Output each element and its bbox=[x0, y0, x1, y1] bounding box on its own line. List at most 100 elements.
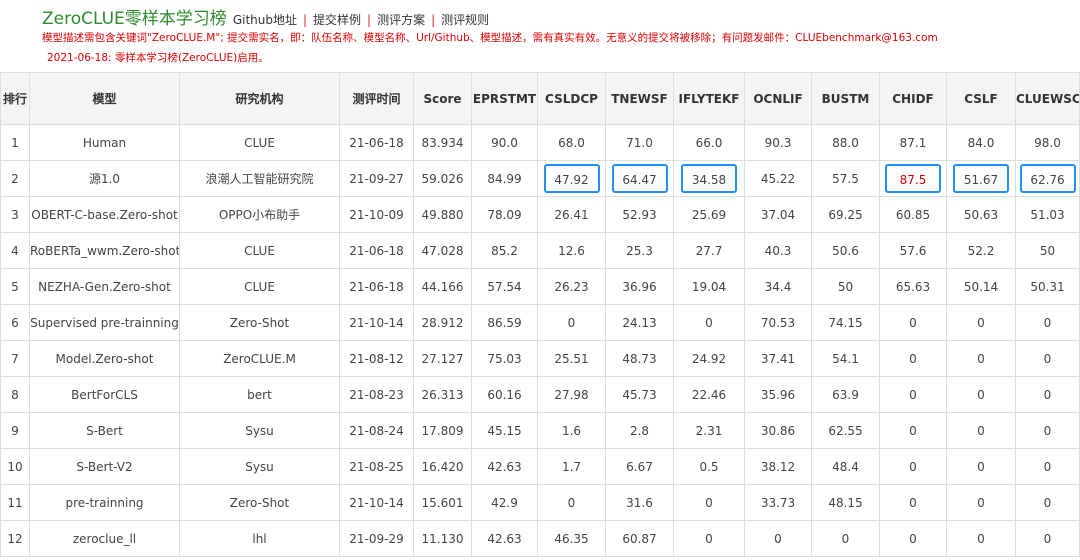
table-row: 7 Model.Zero-shot ZeroCLUE.M 21-08-12 27.127… bbox=[0, 340, 1080, 377]
table-row: 1 Human CLUE 21-06-18 83.934 90.0 68.0 71.0 66.0… bbox=[0, 124, 1080, 161]
table-cell: 50.63 bbox=[946, 196, 1016, 233]
column-header: OCNLIF bbox=[744, 72, 812, 125]
table-cell: 35.96 bbox=[744, 376, 812, 413]
nav-evaluation-plan-link[interactable]: 测评方案 bbox=[377, 11, 425, 28]
table-cell: 27.127 bbox=[413, 340, 472, 377]
nav-submit-sample-link[interactable]: 提交样例 bbox=[313, 11, 361, 28]
table-cell: 48.4 bbox=[811, 448, 880, 485]
model-link[interactable]: 源1.0 bbox=[29, 160, 180, 197]
table-cell: Zero-Shot bbox=[179, 484, 340, 521]
table-cell: 21-10-14 bbox=[339, 484, 414, 521]
table-cell: 27.7 bbox=[673, 232, 745, 269]
model-link[interactable]: Model.Zero-shot bbox=[29, 340, 180, 377]
table-cell: 31.6 bbox=[605, 484, 674, 521]
table-cell: 0 bbox=[1015, 484, 1080, 521]
table-cell: 0 bbox=[946, 448, 1016, 485]
rank-cell: 4 bbox=[0, 232, 30, 269]
table-cell: 30.86 bbox=[744, 412, 812, 449]
column-header: IFLYTEKF bbox=[673, 72, 745, 125]
table-cell: 2.31 bbox=[673, 412, 745, 449]
table-cell: 37.04 bbox=[744, 196, 812, 233]
table-cell: 50.31 bbox=[1015, 268, 1080, 305]
rank-cell: 6 bbox=[0, 304, 30, 341]
table-cell: 15.601 bbox=[413, 484, 472, 521]
table-cell: CLUE bbox=[179, 232, 340, 269]
rank-cell: 2 bbox=[0, 160, 30, 197]
table-cell: 90.3 bbox=[744, 124, 812, 161]
table-cell: 34.58 bbox=[673, 160, 745, 197]
table-cell: 42.63 bbox=[471, 448, 538, 485]
table-cell: ZeroCLUE.M bbox=[179, 340, 340, 377]
table-cell: 21-08-24 bbox=[339, 412, 414, 449]
table-cell: 26.313 bbox=[413, 376, 472, 413]
model-link[interactable]: Human bbox=[29, 124, 180, 161]
table-cell: 64.47 bbox=[605, 160, 674, 197]
model-link[interactable]: S-Bert-V2 bbox=[29, 448, 180, 485]
table-cell: 69.25 bbox=[811, 196, 880, 233]
table-cell: 83.934 bbox=[413, 124, 472, 161]
column-header: CSLF bbox=[946, 72, 1016, 125]
table-cell: 12.6 bbox=[537, 232, 606, 269]
table-cell: 75.03 bbox=[471, 340, 538, 377]
table-cell: 25.69 bbox=[673, 196, 745, 233]
rank-cell: 10 bbox=[0, 448, 30, 485]
table-cell: 42.63 bbox=[471, 520, 538, 557]
table-cell: 84.99 bbox=[471, 160, 538, 197]
table-cell: 50 bbox=[811, 268, 880, 305]
table-cell: 21-10-14 bbox=[339, 304, 414, 341]
nav-github-link[interactable]: Github地址 bbox=[233, 11, 297, 28]
highlighted-score: 34.58 bbox=[681, 164, 737, 193]
table-cell: 21-09-29 bbox=[339, 520, 414, 557]
table-row: 5 NEZHA-Gen.Zero-shot CLUE 21-06-18 44.166 57… bbox=[0, 268, 1080, 305]
table-row: 3 OBERT-C-base.Zero-shot OPPO小布助手 21-10-09 4… bbox=[0, 196, 1080, 233]
table-cell: 17.809 bbox=[413, 412, 472, 449]
rank-cell: 1 bbox=[0, 124, 30, 161]
table-cell: 68.0 bbox=[537, 124, 606, 161]
nav-separator: | bbox=[431, 13, 436, 27]
table-cell: 47.92 bbox=[537, 160, 606, 197]
model-link[interactable]: NEZHA-Gen.Zero-shot bbox=[29, 268, 180, 305]
model-link[interactable]: S-Bert bbox=[29, 412, 180, 449]
table-row: 9 S-Bert Sysu 21-08-24 17.809 45.15 1.6 2.8 2.31… bbox=[0, 412, 1080, 449]
model-link[interactable]: pre-trainning bbox=[29, 484, 180, 521]
table-cell: 0.5 bbox=[673, 448, 745, 485]
model-link[interactable]: Supervised pre-trainning bbox=[29, 304, 180, 341]
table-cell: 84.0 bbox=[946, 124, 1016, 161]
table-row: 8 BertForCLS bert 21-08-23 26.313 60.16 27.98 4… bbox=[0, 376, 1080, 413]
table-row: 2 源1.0 浪潮人工智能研究院 21-09-27 59.026 84.99 47.92 64… bbox=[0, 160, 1080, 197]
rank-cell: 11 bbox=[0, 484, 30, 521]
table-cell: 0 bbox=[537, 484, 606, 521]
page-title: ZeroCLUE零样本学习榜 bbox=[42, 9, 227, 29]
table-cell: 57.54 bbox=[471, 268, 538, 305]
table-cell: 33.73 bbox=[744, 484, 812, 521]
model-link[interactable]: BertForCLS bbox=[29, 376, 180, 413]
table-cell: 50.6 bbox=[811, 232, 880, 269]
table-cell: 51.03 bbox=[1015, 196, 1080, 233]
table-cell: 70.53 bbox=[744, 304, 812, 341]
table-cell: 21-08-25 bbox=[339, 448, 414, 485]
model-link[interactable]: RoBERTa_wwm.Zero-shot bbox=[29, 232, 180, 269]
nav-evaluation-rules-link[interactable]: 测评规则 bbox=[441, 11, 489, 28]
nav-separator: | bbox=[367, 13, 372, 27]
table-row: 4 RoBERTa_wwm.Zero-shot CLUE 21-06-18 47.028… bbox=[0, 232, 1080, 269]
table-cell: 0 bbox=[811, 520, 880, 557]
table-cell: 98.0 bbox=[1015, 124, 1080, 161]
table-cell: 45.15 bbox=[471, 412, 538, 449]
table-cell: lhl bbox=[179, 520, 340, 557]
launch-notice: 2021-06-18: 零样本学习榜(ZeroCLUE)启用。 bbox=[47, 52, 269, 64]
table-cell: 11.130 bbox=[413, 520, 472, 557]
model-link[interactable]: OBERT-C-base.Zero-shot bbox=[29, 196, 180, 233]
table-cell: 26.41 bbox=[537, 196, 606, 233]
rank-cell: 8 bbox=[0, 376, 30, 413]
table-cell: 0 bbox=[879, 304, 947, 341]
table-cell: 51.67 bbox=[946, 160, 1016, 197]
table-cell: 50.14 bbox=[946, 268, 1016, 305]
table-cell: Sysu bbox=[179, 412, 340, 449]
table-cell: 25.3 bbox=[605, 232, 674, 269]
table-row: 6 Supervised pre-trainning Zero-Shot 21-10-… bbox=[0, 304, 1080, 341]
leaderboard-table: 排行 模型 研究机构 测评时间 Score EPRSTMT CSLDCP TNEWSF IFLY… bbox=[0, 72, 1080, 557]
table-cell: 0 bbox=[673, 520, 745, 557]
model-link[interactable]: zeroclue_ll bbox=[29, 520, 180, 557]
table-cell: 66.0 bbox=[673, 124, 745, 161]
table-cell: 57.5 bbox=[811, 160, 880, 197]
